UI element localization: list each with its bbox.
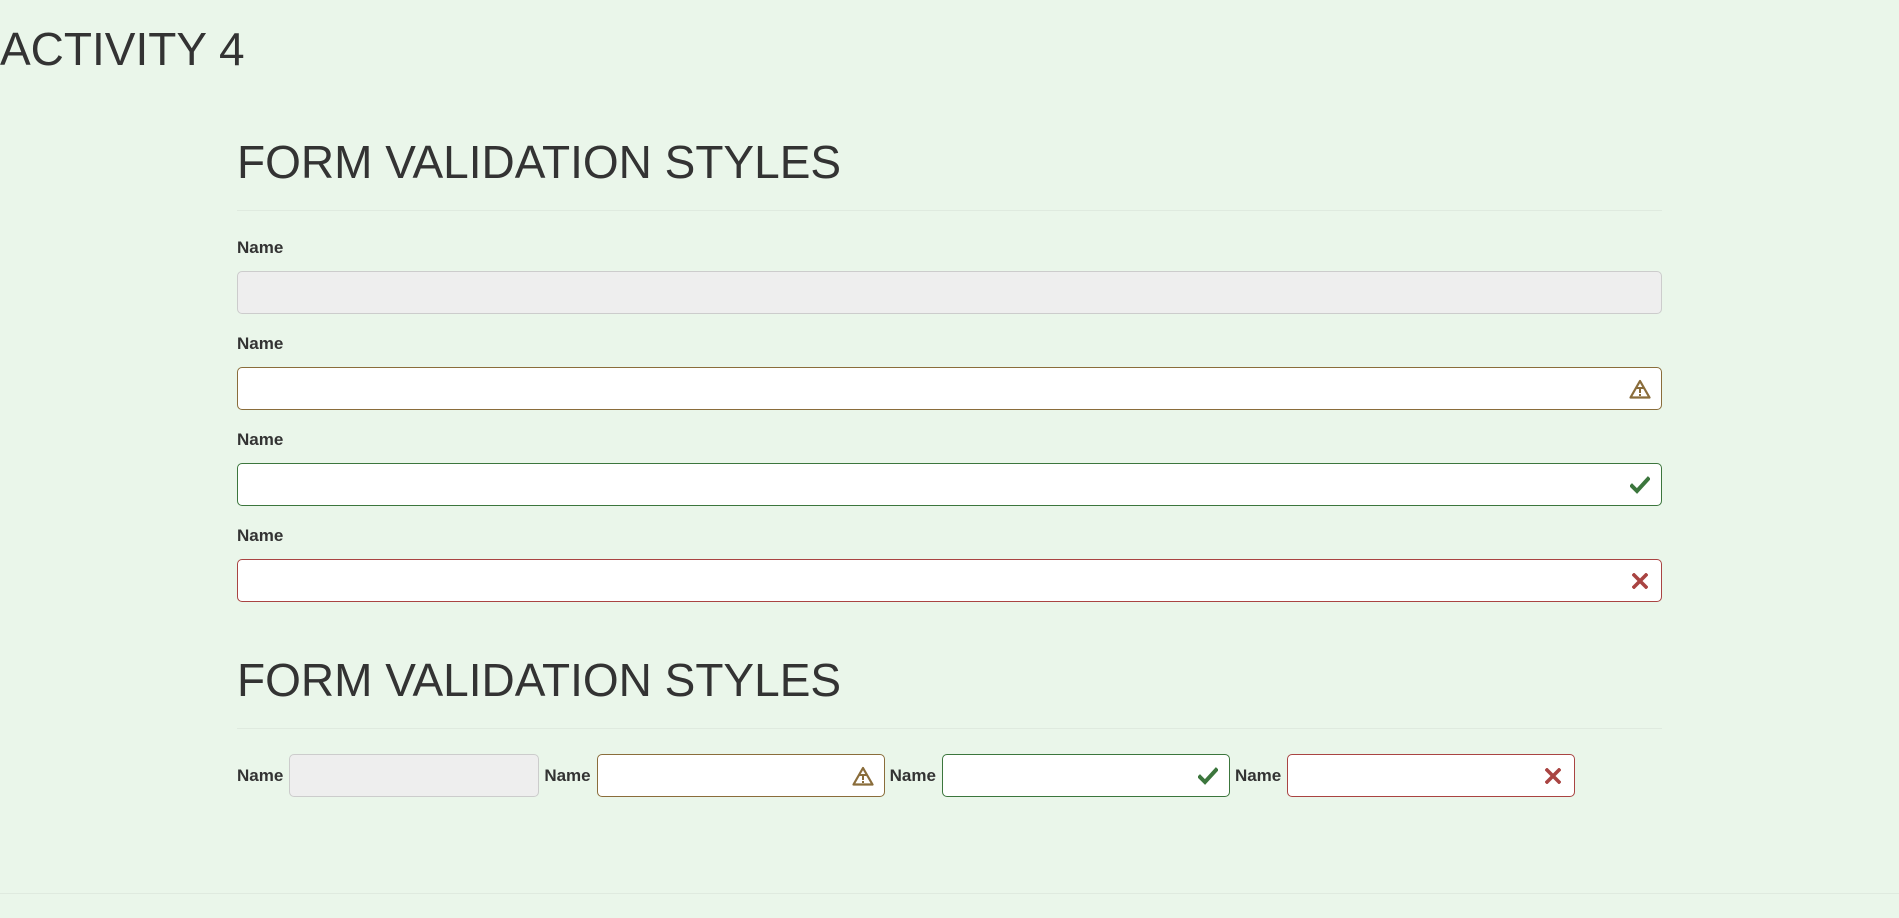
name-input-warning-wrapper — [237, 367, 1662, 410]
name-input-success[interactable] — [238, 464, 1661, 505]
cross-icon — [1629, 570, 1651, 592]
form-group-error: Name — [237, 526, 1662, 602]
inline-name-input-warning-wrapper — [596, 754, 885, 797]
warning-triangle-icon — [1629, 378, 1651, 400]
name-input-success-wrapper — [237, 463, 1662, 506]
field-label: Name — [237, 526, 284, 545]
inline-form-section: FORM VALIDATION STYLES Name Name Name Na… — [237, 654, 1662, 797]
section-title: FORM VALIDATION STYLES — [237, 136, 842, 188]
inline-name-input-success-wrapper — [941, 754, 1230, 797]
name-input-error[interactable] — [238, 560, 1661, 601]
page-title: ACTIVITY 4 — [0, 23, 245, 75]
inline-name-input-error-wrapper — [1287, 754, 1576, 797]
section-divider — [237, 210, 1662, 211]
name-input-disabled-wrapper — [237, 271, 1662, 314]
cross-icon — [1542, 765, 1564, 787]
inline-name-input-error[interactable] — [1288, 755, 1575, 796]
footer-divider — [0, 893, 1899, 894]
field-label: Name — [237, 765, 284, 785]
field-label: Name — [237, 238, 284, 257]
form-group-success: Name — [237, 430, 1662, 506]
form-group-warning: Name — [237, 334, 1662, 410]
warning-triangle-icon — [852, 765, 874, 787]
section-title: FORM VALIDATION STYLES — [237, 654, 842, 706]
inline-name-input-disabled — [290, 755, 539, 796]
name-input-warning[interactable] — [238, 368, 1661, 409]
field-label: Name — [237, 334, 284, 353]
name-input-error-wrapper — [237, 559, 1662, 602]
field-label: Name — [544, 765, 591, 785]
checkmark-icon — [1197, 765, 1219, 787]
inline-form-row: Name Name Name Name — [237, 754, 1662, 797]
inline-name-input-disabled-wrapper — [289, 754, 540, 797]
stacked-form-section: FORM VALIDATION STYLES Name Name Name Na… — [237, 136, 1662, 602]
name-input-disabled — [238, 272, 1661, 313]
checkmark-icon — [1629, 474, 1651, 496]
inline-name-input-success[interactable] — [942, 755, 1229, 796]
form-group-disabled: Name — [237, 238, 1662, 314]
field-label: Name — [1234, 765, 1282, 785]
section-divider — [237, 728, 1662, 729]
field-label: Name — [889, 765, 936, 785]
inline-name-input-warning[interactable] — [597, 755, 884, 796]
field-label: Name — [237, 430, 284, 449]
